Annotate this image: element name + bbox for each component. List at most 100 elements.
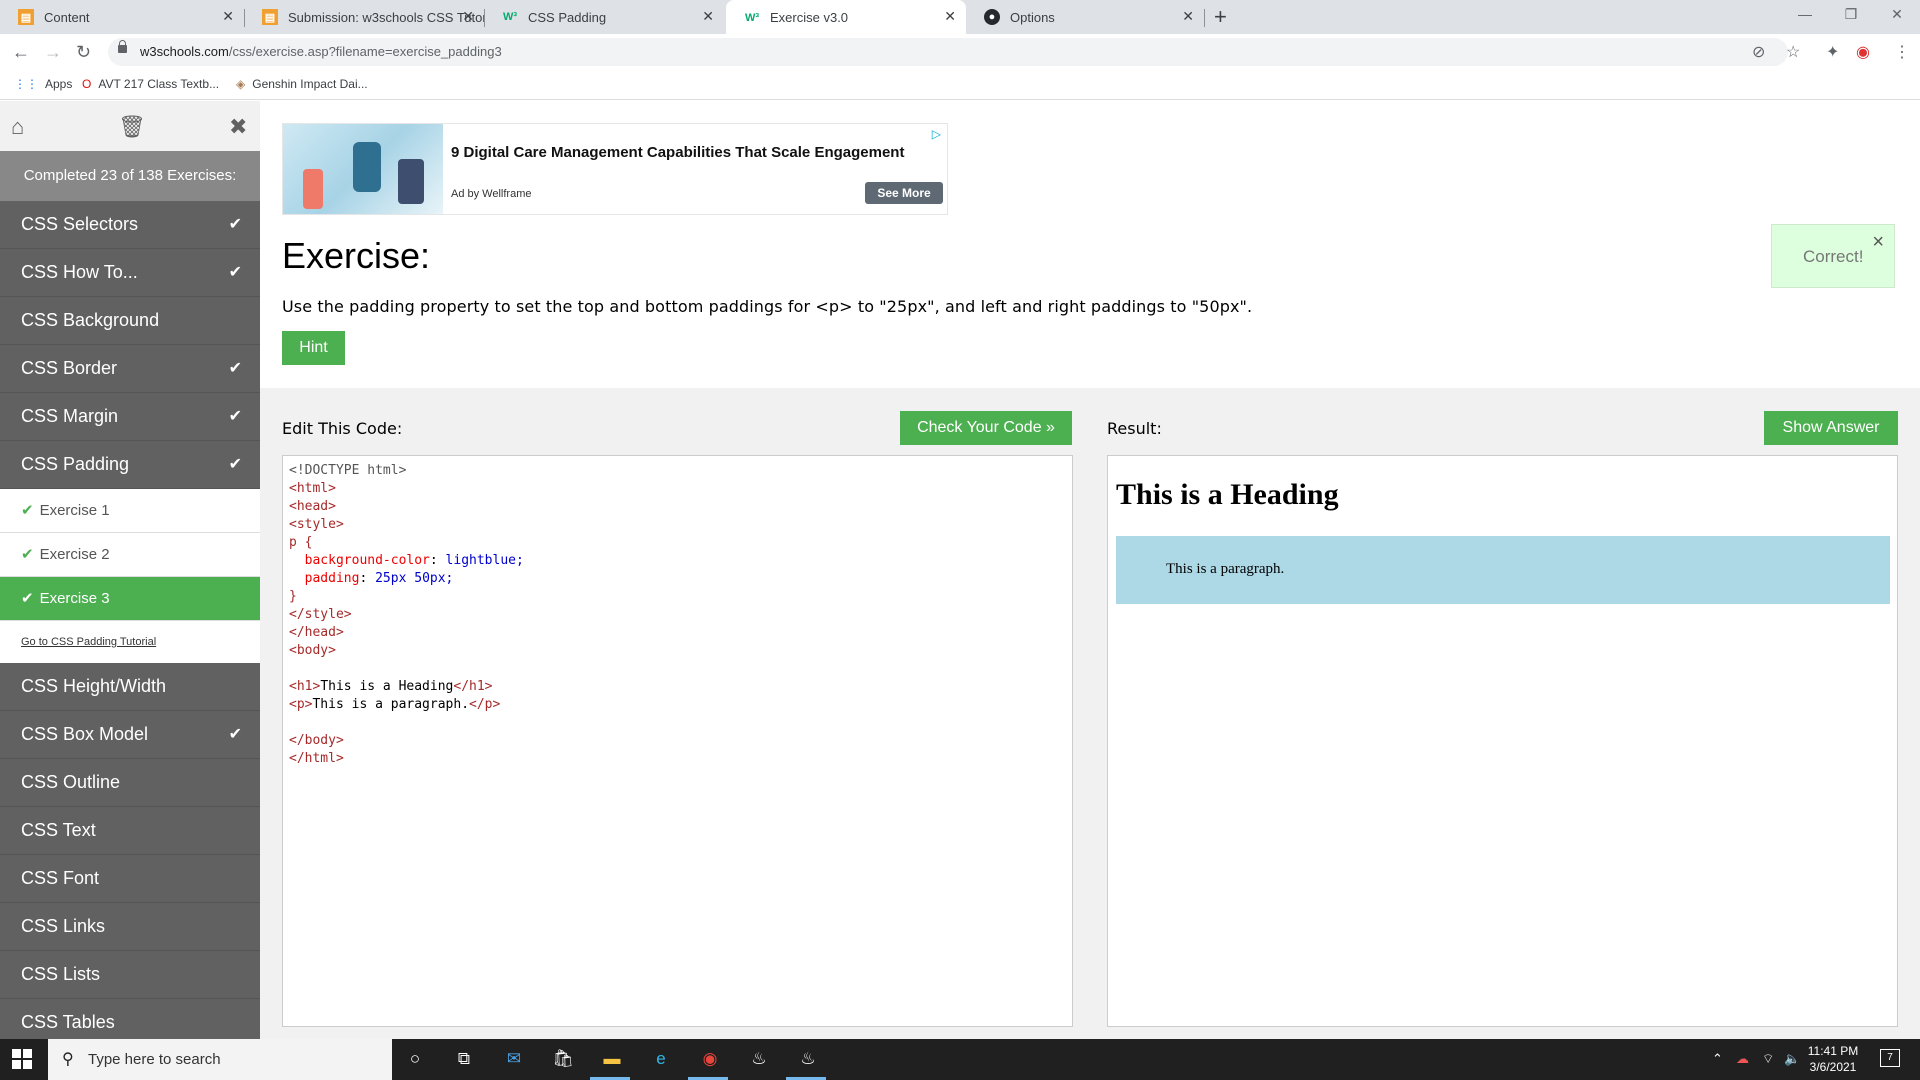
tutorial-link[interactable]: Go to CSS Padding Tutorial (0, 621, 260, 663)
address-bar-row: ← → ↻ w3schools.com/css/exercise.asp?fil… (0, 34, 1920, 70)
completed-count: Completed 23 of 138 Exercises: (0, 151, 260, 201)
exercise-header: 9 Digital Care Management Capabilities T… (260, 101, 1920, 388)
back-icon[interactable]: ← (12, 42, 30, 63)
correct-notice: Correct! × (1771, 224, 1895, 288)
bookmark-apps[interactable]: ⋮⋮ Apps (14, 77, 72, 91)
onedrive-icon[interactable]: ☁ (1736, 1051, 1749, 1067)
apps-grid-icon: ⋮⋮ (14, 77, 38, 91)
steam-icon[interactable]: ♨ (796, 1047, 820, 1071)
close-tab-icon[interactable]: ✕ (222, 8, 234, 25)
taskbar-search[interactable]: ⚲ Type here to search (48, 1039, 392, 1080)
close-tab-icon[interactable]: ✕ (702, 8, 714, 25)
sidebar-subitem-exercise-2[interactable]: ✔ Exercise 2 (0, 533, 260, 577)
sidebar-item-css-outline[interactable]: CSS Outline (0, 759, 260, 807)
close-tab-icon[interactable]: ✕ (462, 8, 474, 25)
sidebar-item-css-height-width[interactable]: CSS Height/Width (0, 663, 260, 711)
menu-icon[interactable]: ⋮ (1894, 42, 1910, 62)
sidebar-item-css-lists[interactable]: CSS Lists (0, 951, 260, 999)
notification-icon[interactable]: 7 (1880, 1049, 1900, 1067)
check-icon: ✔ (21, 502, 34, 519)
extensions-icon[interactable]: ✦ (1826, 42, 1839, 62)
screen: ▤ Content ✕ ▤ Submission: w3schools CSS … (0, 0, 1920, 1080)
chevron-up-icon[interactable]: ⌃ (1712, 1051, 1723, 1067)
tab-submission[interactable]: ▤ Submission: w3schools CSS Tutor ✕ (244, 0, 485, 34)
ad-banner[interactable]: 9 Digital Care Management Capabilities T… (282, 123, 948, 215)
adchoices-icon[interactable]: ▷ (932, 127, 941, 141)
show-answer-button[interactable]: Show Answer (1764, 411, 1898, 445)
sidebar-toolbar: ⌂ 🗑 ✖ (0, 101, 260, 151)
file-explorer-icon[interactable]: ▬ (600, 1047, 624, 1071)
check-icon: ✔ (228, 726, 242, 743)
check-code-button[interactable]: Check Your Code » (900, 411, 1072, 445)
close-tab-icon[interactable]: ✕ (944, 8, 956, 25)
orange-page-icon: ▤ (18, 9, 34, 25)
check-icon: ✔ (228, 216, 242, 233)
tab-content[interactable]: ▤ Content ✕ (0, 0, 245, 34)
wifi-icon[interactable]: ⌔ (1762, 1051, 1774, 1067)
sidebar-item-css-text[interactable]: CSS Text (0, 807, 260, 855)
sidebar-item-css-border[interactable]: CSS Border ✔ (0, 345, 260, 393)
bookmark-genshin[interactable]: ◈ Genshin Impact Dai... (236, 77, 368, 91)
sidebar-item-css-box-model[interactable]: CSS Box Model ✔ (0, 711, 260, 759)
exercise-description: Use the padding property to set the top … (282, 297, 1253, 316)
sidebar-subitem-exercise-3[interactable]: ✔ Exercise 3 (0, 577, 260, 621)
opera-icon: O (82, 77, 92, 91)
main-content: 9 Digital Care Management Capabilities T… (260, 101, 1920, 1039)
close-icon[interactable]: ✖ (229, 114, 247, 140)
profile-avatar-icon[interactable]: ◉ (1856, 42, 1870, 62)
result-label: Result: (1107, 419, 1162, 438)
home-icon[interactable]: ⌂ (11, 114, 24, 140)
new-tab-icon[interactable]: + (1214, 4, 1227, 30)
cortana-icon[interactable]: ○ (403, 1047, 427, 1071)
sidebar-subitem-exercise-1[interactable]: ✔ Exercise 1 (0, 489, 260, 533)
tab-css-padding[interactable]: W³ CSS Padding ✕ (484, 0, 724, 34)
w3schools-icon: W³ (744, 11, 760, 24)
ad-sponsor: Ad by Wellframe (451, 188, 532, 200)
sidebar-item-css-selectors[interactable]: CSS Selectors ✔ (0, 201, 260, 249)
ad-headline[interactable]: 9 Digital Care Management Capabilities T… (451, 144, 904, 161)
steam-icon[interactable]: ♨ (747, 1047, 771, 1071)
system-clock[interactable]: 11:41 PM 3/6/2021 (1800, 1043, 1866, 1075)
mail-icon[interactable]: ✉ (502, 1047, 526, 1071)
result-frame: This is a Heading This is a paragraph. (1107, 455, 1898, 1027)
sidebar-item-css-margin[interactable]: CSS Margin ✔ (0, 393, 260, 441)
trash-icon[interactable]: 🗑 (118, 114, 146, 140)
forward-icon[interactable]: → (44, 42, 62, 63)
windows-start-icon[interactable] (12, 1049, 32, 1069)
close-window-icon[interactable]: ✕ (1874, 0, 1920, 30)
result-heading: This is a Heading (1116, 478, 1339, 511)
reload-icon[interactable]: ↻ (76, 42, 91, 63)
lock-icon (118, 40, 127, 53)
sidebar-item-css-padding[interactable]: CSS Padding ✔ (0, 441, 260, 489)
code-editor[interactable]: <!DOCTYPE html> <html> <head> <style> p … (282, 455, 1073, 1027)
chrome-icon[interactable]: ◉ (698, 1047, 722, 1071)
github-icon: ● (984, 9, 1000, 25)
store-icon[interactable]: 🛍 (551, 1047, 575, 1071)
task-view-icon[interactable]: ⧉ (452, 1047, 476, 1071)
bookmark-avt[interactable]: O AVT 217 Class Textb... (82, 77, 219, 91)
sidebar-item-css-how-to[interactable]: CSS How To... ✔ (0, 249, 260, 297)
sidebar-item-css-font[interactable]: CSS Font (0, 855, 260, 903)
windows-taskbar: ⚲ Type here to search ○ ⧉ ✉ 🛍 ▬ e ◉ ♨ ♨ … (0, 1039, 1920, 1080)
sidebar-item-css-background[interactable]: CSS Background (0, 297, 260, 345)
check-icon: ✔ (228, 456, 242, 473)
volume-icon[interactable]: 🔈 (1784, 1051, 1800, 1067)
hint-button[interactable]: Hint (282, 331, 345, 365)
sidebar-item-css-links[interactable]: CSS Links (0, 903, 260, 951)
tab-options[interactable]: ● Options ✕ (966, 0, 1205, 34)
genshin-icon: ◈ (236, 77, 246, 91)
ad-image (283, 124, 443, 214)
url-field[interactable]: w3schools.com/css/exercise.asp?filename=… (108, 38, 1788, 66)
close-icon[interactable]: × (1872, 232, 1884, 252)
star-icon[interactable]: ☆ (1786, 42, 1800, 62)
check-icon: ✔ (228, 264, 242, 281)
tab-exercise[interactable]: W³ Exercise v3.0 ✕ (726, 0, 966, 35)
orange-page-icon: ▤ (262, 9, 278, 25)
restore-icon[interactable]: ❐ (1828, 0, 1874, 30)
ad-see-more-button[interactable]: See More (865, 182, 943, 204)
check-icon: ✔ (21, 590, 34, 607)
eye-off-icon[interactable]: ⊘ (1752, 42, 1765, 62)
edge-icon[interactable]: e (649, 1047, 673, 1071)
minimize-icon[interactable]: — (1782, 0, 1828, 30)
close-tab-icon[interactable]: ✕ (1182, 8, 1194, 25)
